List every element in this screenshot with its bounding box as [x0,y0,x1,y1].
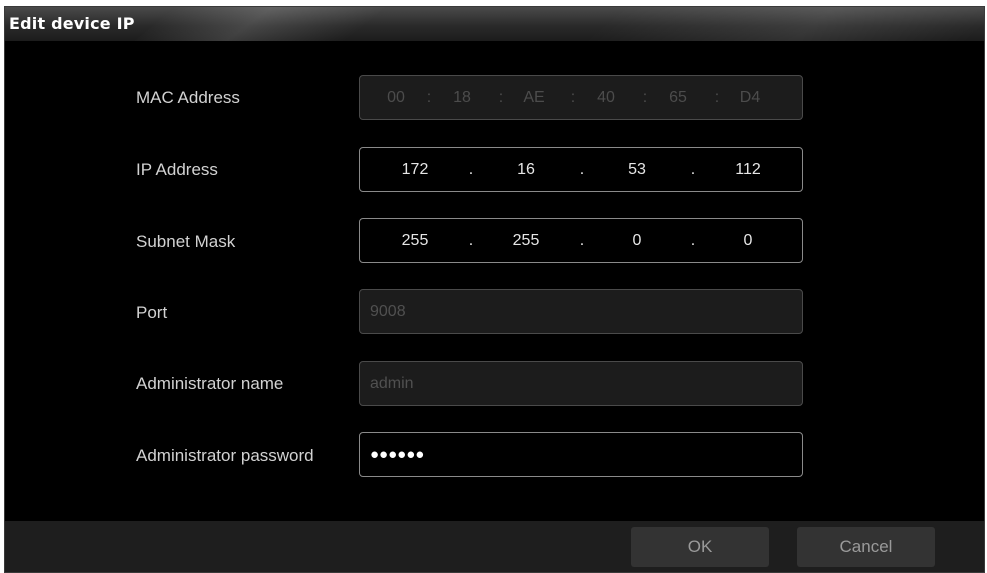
mac-separator: : [498,89,504,106]
subnet-separator: . [579,232,585,249]
admin-password-label: Administrator password [136,446,314,465]
port-value: 9008 [370,303,406,320]
subnet-mask-field[interactable]: 255 . 255 . 0 . 0 [359,218,803,263]
titlebar-sheen [134,7,386,41]
mac-address-label: MAC Address [136,88,240,107]
mac-separator: : [570,89,576,106]
subnet-octet[interactable]: 0 [723,219,773,262]
ip-separator: . [579,161,585,178]
subnet-octet[interactable]: 0 [612,219,662,262]
subnet-separator: . [468,232,474,249]
ip-octet[interactable]: 16 [501,148,551,191]
mac-segment: D4 [739,89,761,106]
admin-password-field[interactable]: ●●●●●● [359,432,803,477]
subnet-mask-label: Subnet Mask [136,232,236,251]
dialog-titlebar[interactable]: Edit device IP [5,7,984,41]
mac-segment: 00 [387,89,405,106]
edit-device-ip-dialog: Edit device IP MAC Address 00 : 18 : AE … [4,6,985,573]
subnet-octet[interactable]: 255 [390,219,440,262]
mac-segment: 18 [453,89,471,106]
mac-segment: 65 [669,89,687,106]
mac-segment: 40 [597,89,615,106]
admin-password-value[interactable]: ●●●●●● [370,433,424,476]
subnet-octet[interactable]: 255 [501,219,551,262]
ip-address-field[interactable]: 172 . 16 . 53 . 112 [359,147,803,192]
titlebar-sheen [588,7,984,41]
mac-separator: : [642,89,648,106]
mac-separator: : [714,89,720,106]
mac-address-field: 00 : 18 : AE : 40 : 65 : D4 [359,75,803,120]
dialog-title: Edit device IP [9,14,135,33]
admin-name-label: Administrator name [136,374,284,393]
port-label: Port [136,303,168,322]
ip-octet[interactable]: 112 [723,148,773,191]
ip-address-label: IP Address [136,160,218,179]
ip-separator: . [690,161,696,178]
port-field: 9008 [359,289,803,334]
admin-name-value: admin [370,375,414,392]
ip-octet[interactable]: 53 [612,148,662,191]
ip-octet[interactable]: 172 [390,148,440,191]
subnet-separator: . [690,232,696,249]
admin-name-field: admin [359,361,803,406]
mac-separator: : [426,89,432,106]
mac-segment: AE [523,89,545,106]
ip-separator: . [468,161,474,178]
cancel-button[interactable]: Cancel [797,527,935,567]
ok-button[interactable]: OK [631,527,769,567]
